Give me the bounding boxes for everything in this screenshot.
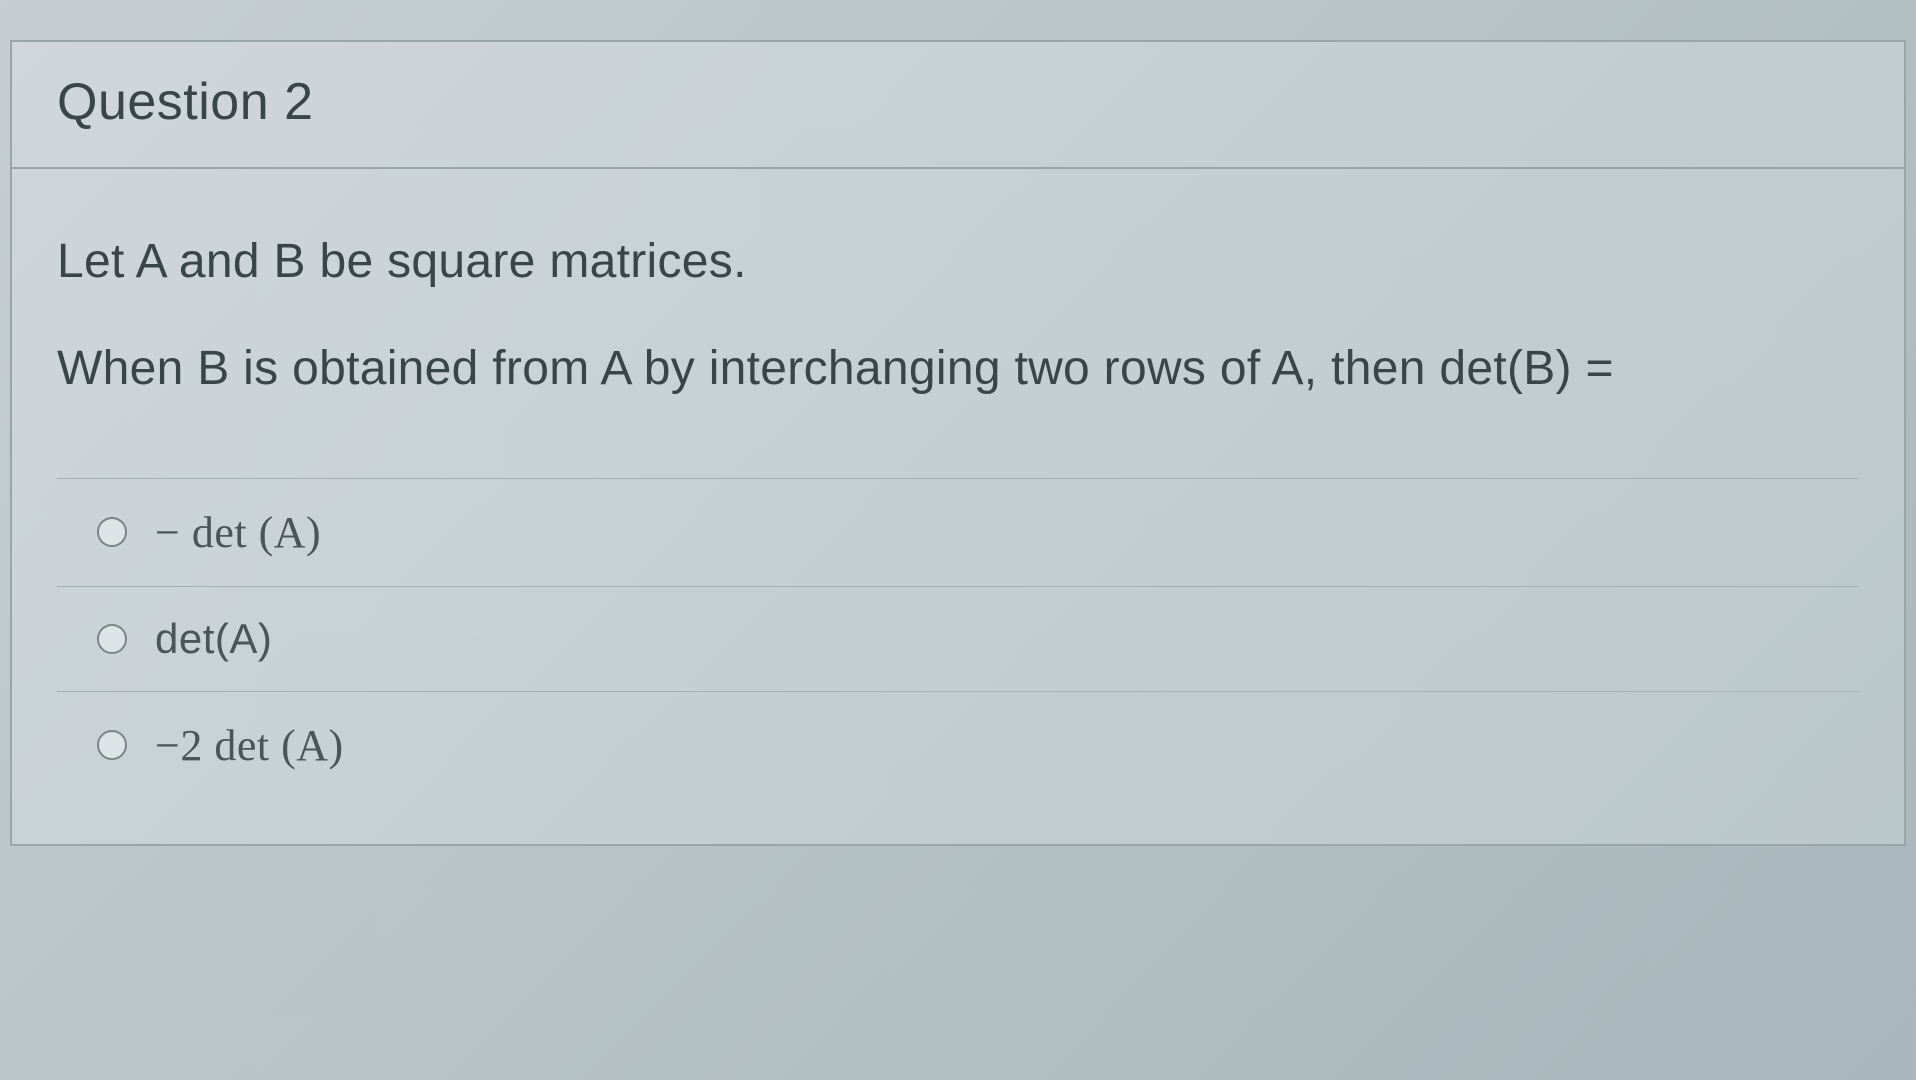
question-prompt-line1: Let A and B be square matrices. <box>57 224 1859 301</box>
option-label-2: det(A) <box>155 615 272 663</box>
option-row-1[interactable]: − det (A) <box>57 478 1859 586</box>
option-label-3: −2 det (A) <box>155 720 344 771</box>
radio-button-2[interactable] <box>97 624 127 654</box>
radio-button-3[interactable] <box>97 730 127 760</box>
question-container: Question 2 Let A and B be square matrice… <box>10 40 1906 846</box>
question-prompt-line2: When B is obtained from A by interchangi… <box>57 331 1859 408</box>
radio-button-1[interactable] <box>97 517 127 547</box>
question-body: Let A and B be square matrices. When B i… <box>12 169 1904 844</box>
option-label-1: − det (A) <box>155 507 321 558</box>
question-header: Question 2 <box>12 42 1904 169</box>
question-title: Question 2 <box>57 72 1859 132</box>
option-row-2[interactable]: det(A) <box>57 586 1859 691</box>
option-row-3[interactable]: −2 det (A) <box>57 691 1859 799</box>
options-container: − det (A) det(A) −2 det (A) <box>57 478 1859 799</box>
